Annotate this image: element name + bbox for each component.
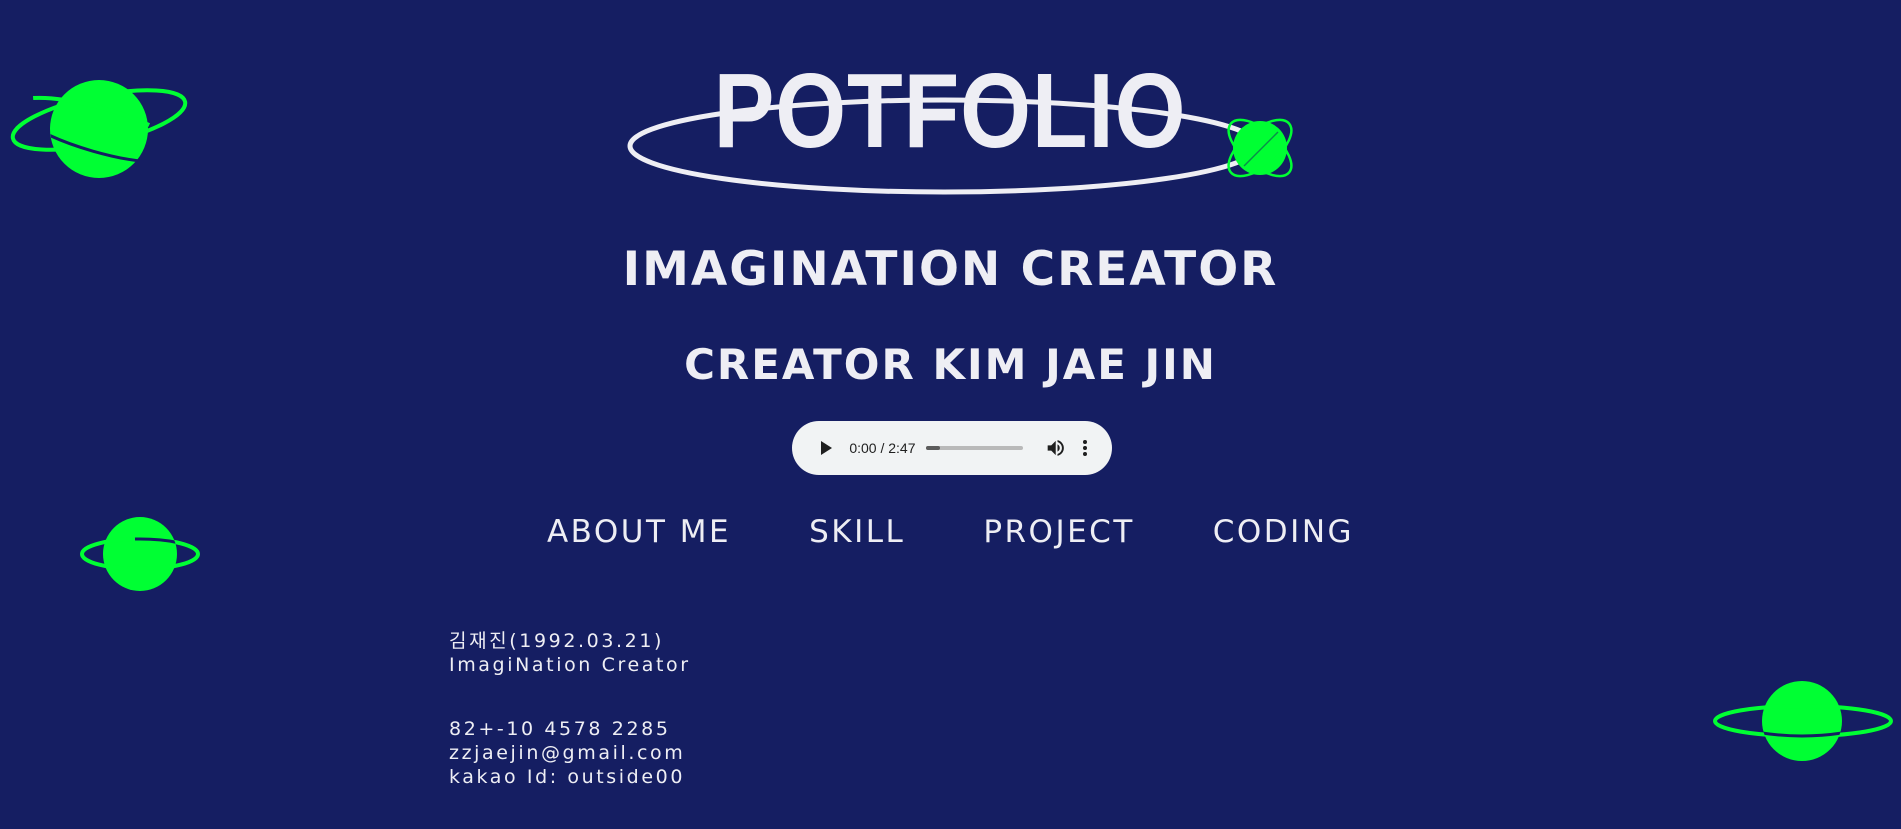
- audio-seek-fill: [925, 446, 940, 450]
- nav-coding[interactable]: CODING: [1213, 512, 1354, 552]
- logo-title: POTFOLIO: [713, 52, 1187, 170]
- nav-skill[interactable]: SKILL: [809, 512, 905, 552]
- profile-phone: 82+-10 4578 2285: [449, 718, 671, 740]
- planet-icon: [1713, 681, 1893, 761]
- profile-kakao: kakao Id: outside00: [449, 766, 686, 788]
- planet-icon: [10, 80, 188, 178]
- nav-project[interactable]: PROJECT: [983, 512, 1134, 552]
- audio-seek-bar[interactable]: [925, 446, 1024, 450]
- nav-about-me[interactable]: ABOUT ME: [547, 512, 731, 552]
- volume-icon[interactable]: [1045, 437, 1066, 459]
- play-button[interactable]: [812, 435, 837, 461]
- profile-role: ImagiNation Creator: [449, 654, 691, 676]
- profile-email: zzjaejin@gmail.com: [449, 742, 686, 764]
- profile-name: 김재진(1992.03.21): [449, 630, 665, 652]
- profile-info: 김재진(1992.03.21) ImagiNation Creator 82+-…: [449, 629, 691, 789]
- headline-imagination-creator: IMAGINATION CREATOR: [622, 242, 1279, 297]
- play-icon: [820, 441, 832, 455]
- audio-player: 0:00 / 2:47: [792, 421, 1112, 475]
- audio-time-display: 0:00 / 2:47: [849, 440, 916, 456]
- more-options-icon[interactable]: [1076, 437, 1094, 459]
- headline-creator-name: CREATOR KIM JAE JIN: [684, 340, 1217, 389]
- main-nav: ABOUT ME SKILL PROJECT CODING: [0, 512, 1901, 552]
